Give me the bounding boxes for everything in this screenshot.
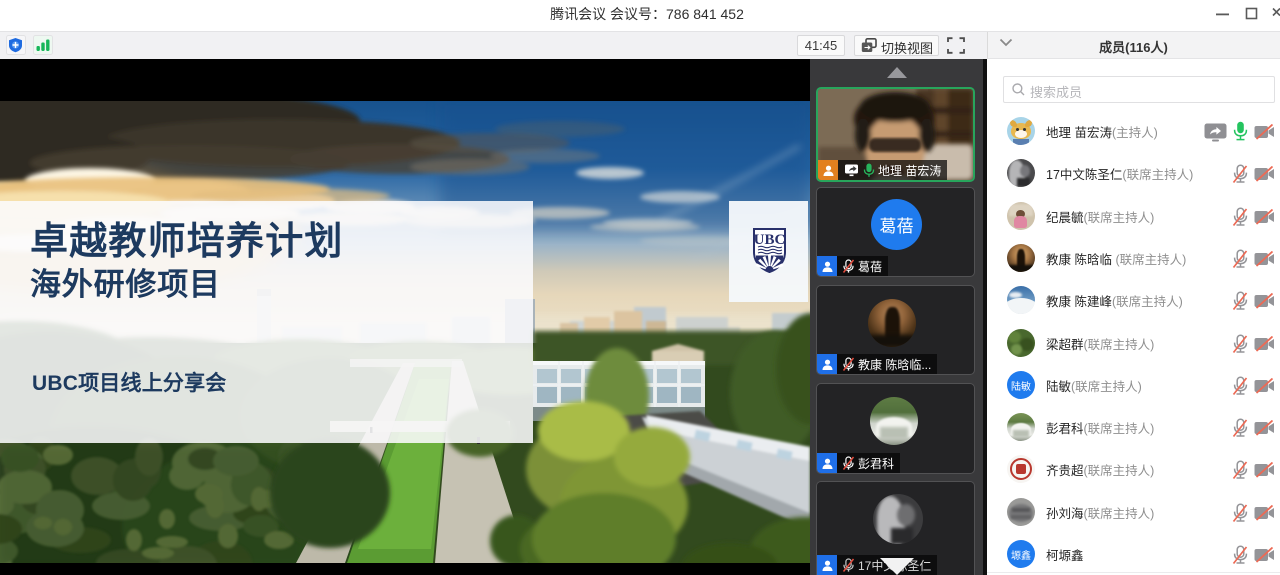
svg-text:卓越教师培养计划: 卓越教师培养计划 <box>30 221 344 263</box>
svg-text:海外研修项目: 海外研修项目 <box>30 267 221 302</box>
svg-text:UBC: UBC <box>754 232 786 248</box>
svg-text:UBC项目线上分享会: UBC项目线上分享会 <box>32 371 227 395</box>
